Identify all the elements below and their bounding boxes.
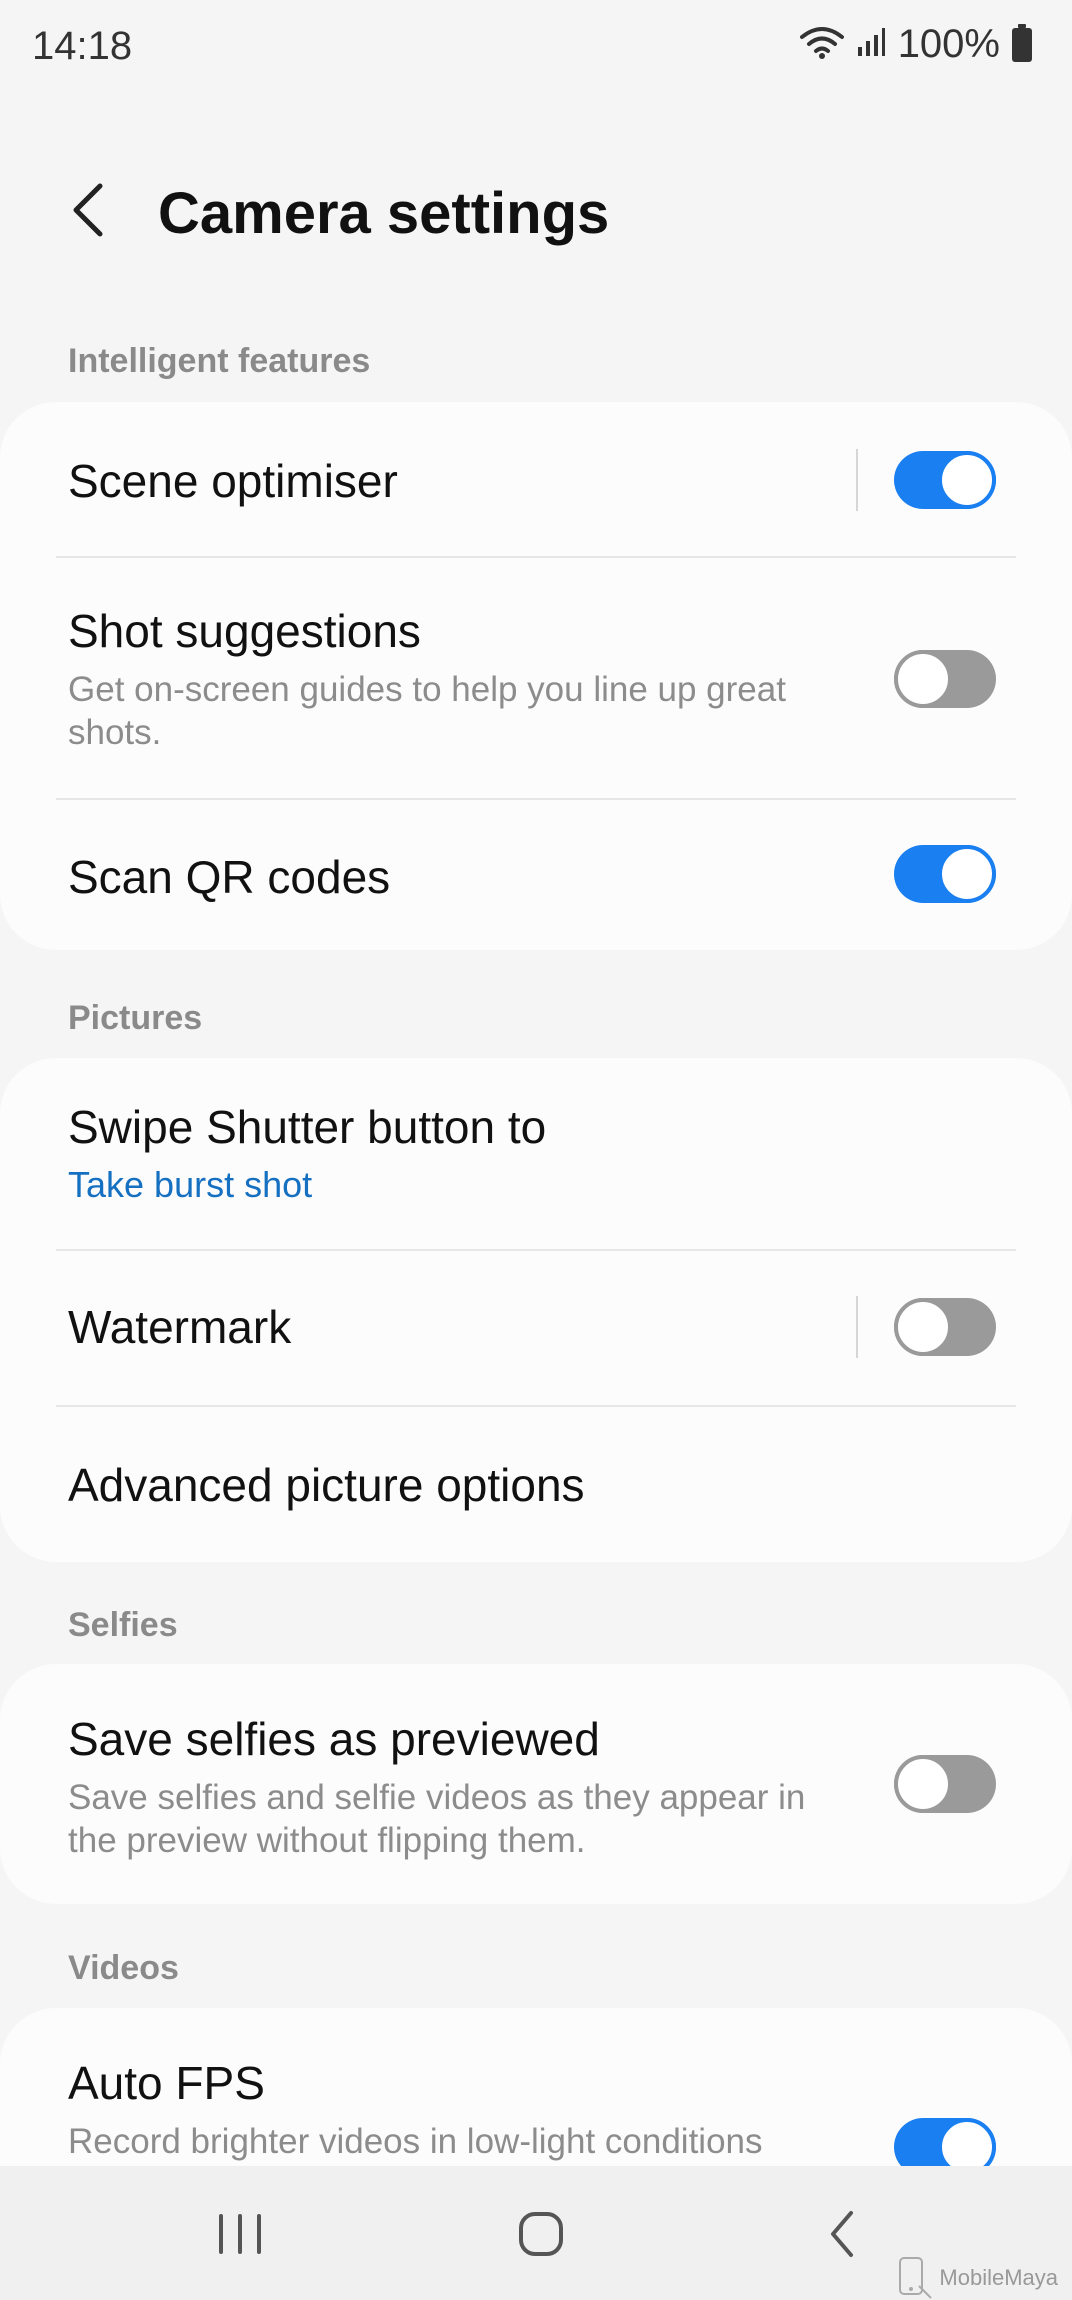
scene-optimiser-toggle[interactable] [894,451,996,509]
status-time: 14:18 [32,24,133,68]
watermark-toggle[interactable] [894,1298,996,1356]
mobilemaya-watermark: MobileMaya [897,2256,1058,2300]
row-title: Scene optimiser [68,455,398,507]
row-title: Swipe Shutter button to [68,1101,547,1153]
recent-apps-button[interactable] [190,2194,290,2274]
signal-icon [856,27,886,62]
selfies-card: Save selfies as previewed Save selfies a… [0,1664,1072,1904]
row-description: Record brighter videos in low-light cond… [68,2122,763,2161]
phone-icon [899,2257,933,2299]
divider-vertical [856,1296,858,1358]
page-title: Camera settings [158,181,610,246]
row-title: Shot suggestions [68,605,421,657]
shot-suggestions-toggle[interactable] [894,650,996,708]
setting-row-scene-optimiser[interactable]: Scene optimiser [0,402,1072,558]
save-selfies-as-previewed-toggle[interactable] [894,1755,996,1813]
divider-vertical [856,449,858,511]
status-icons: 100% [799,22,1032,67]
section-label-videos: Videos [68,1949,179,1987]
home-button[interactable] [491,2194,591,2274]
battery-percent: 100% [897,22,1000,66]
row-title: Advanced picture options [68,1459,585,1511]
section-label-pictures: Pictures [68,999,203,1037]
battery-icon [1012,23,1032,62]
back-icon [831,2211,853,2257]
setting-row-watermark[interactable]: Watermark [0,1250,1072,1406]
camera-settings-screen: 14:18 100% Camera settings Intelligent f… [0,0,1072,2300]
wifi-icon [799,25,844,64]
row-title: Watermark [68,1301,292,1353]
scan-qr-codes-toggle[interactable] [894,845,996,903]
pictures-card: Swipe Shutter button to Take burst shot … [0,1058,1072,1562]
setting-row-save-selfies-as-previewed[interactable]: Save selfies as previewed Save selfies a… [0,1664,1072,1904]
intelligent-features-card: Scene optimiser Shot suggestions Get on-… [0,402,1072,950]
row-title: Scan QR codes [68,851,391,903]
setting-row-shot-suggestions[interactable]: Shot suggestions Get on-screen guides to… [0,558,1072,800]
watermark-text: MobileMaya [939,2265,1058,2290]
chevron-left-icon [73,183,103,237]
row-description: Save selfies and selfie videos as they a… [68,1778,806,1860]
home-icon [519,2212,563,2256]
nav-back-button[interactable] [792,2194,892,2274]
back-button[interactable] [56,178,120,242]
navigation-bar: MobileMaya [0,2166,1072,2300]
status-bar: 14:18 100% [0,0,1072,92]
row-description: Get on-screen guides to help you line up… [68,670,786,752]
row-value: Take burst shot [68,1164,313,1205]
section-label-selfies: Selfies [68,1606,178,1644]
setting-row-swipe-shutter[interactable]: Swipe Shutter button to Take burst shot [0,1058,1072,1250]
setting-row-advanced-picture-options[interactable]: Advanced picture options [0,1406,1072,1562]
setting-row-scan-qr-codes[interactable]: Scan QR codes [0,800,1072,950]
row-title: Save selfies as previewed [68,1713,600,1765]
recent-apps-icon [219,2214,261,2254]
app-header: Camera settings [0,160,1072,270]
row-title: Auto FPS [68,2057,265,2109]
section-label-intelligent-features: Intelligent features [68,342,371,380]
